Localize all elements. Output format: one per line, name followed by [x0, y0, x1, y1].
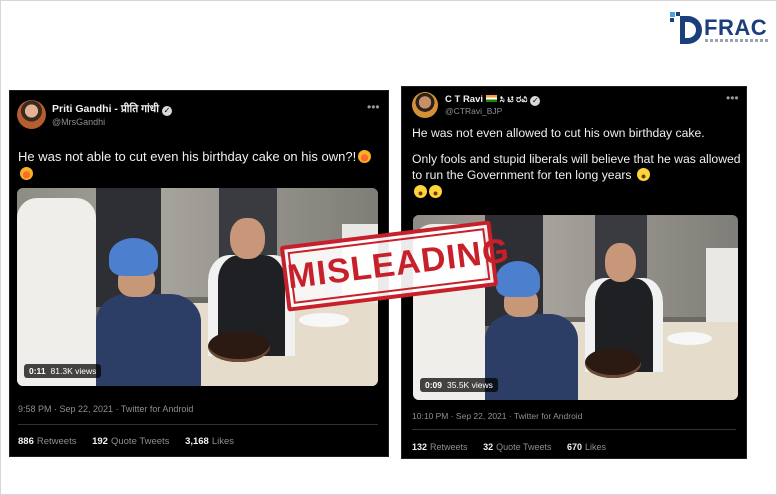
video-duration: 0:11: [29, 366, 46, 376]
tweet-text-line2: Only fools and stupid liberals will beli…: [412, 151, 742, 201]
tweet-text: He was not able to cut even his birthday…: [18, 148, 378, 182]
dfrac-logo: FRAC: [668, 10, 772, 50]
tweet-timestamp[interactable]: 10:10 PM · Sep 22, 2021 · Twitter for An…: [412, 411, 582, 421]
logo-text: FRAC: [704, 15, 768, 40]
tweet-stats: 886 Retweets 192 Quote Tweets 3,168 Likes: [18, 436, 247, 447]
tweet-stats: 132 Retweets 32 Quote Tweets 670 Likes: [412, 442, 619, 452]
quote-tweets-stat[interactable]: 32 Quote Tweets: [483, 442, 551, 452]
tweet-text-body: He was not able to cut even his birthday…: [18, 149, 357, 164]
retweets-stat[interactable]: 886 Retweets: [18, 436, 76, 447]
retweets-stat[interactable]: 132 Retweets: [412, 442, 468, 452]
angry-face-icon: [20, 167, 33, 180]
tweet-text: He was not even allowed to cut his own b…: [412, 125, 742, 200]
tweet-timestamp[interactable]: 9:58 PM · Sep 22, 2021 · Twitter for And…: [18, 404, 193, 414]
more-options-icon[interactable]: •••: [367, 100, 380, 114]
verified-icon: ✓: [161, 106, 172, 116]
author-name-text: Priti Gandhi - प्रीति गांधी: [52, 103, 159, 115]
video-duration: 0:09: [425, 380, 443, 390]
cake: [208, 330, 270, 363]
author-handle[interactable]: @CTRavi_BJP: [445, 106, 502, 116]
video-stats-overlay: 0:09 35.5K views: [420, 378, 498, 392]
india-flag-icon: [486, 95, 498, 102]
video-stats-overlay: 0:11 81.3K views: [24, 364, 102, 378]
author-name-native: ಸಿ ಟಿ ರವಿ: [499, 94, 528, 105]
author-name-text: C T Ravi: [445, 94, 484, 105]
avatar[interactable]: [17, 100, 46, 129]
author-handle[interactable]: @MrsGandhi: [52, 117, 105, 127]
video-views: 81.3K views: [50, 366, 97, 376]
more-options-icon[interactable]: •••: [726, 91, 739, 105]
laughing-face-icon: [414, 184, 427, 198]
author-name[interactable]: Priti Gandhi - प्रीति गांधी ✓: [52, 102, 172, 116]
verified-icon: ✓: [530, 96, 541, 106]
cake: [585, 348, 641, 378]
dfrac-d-icon: [670, 12, 702, 44]
avatar[interactable]: [412, 92, 438, 118]
angry-face-icon: [358, 150, 372, 163]
laughing-face-icon: [429, 184, 442, 198]
divider: [412, 429, 736, 430]
divider: [18, 424, 378, 425]
likes-stat[interactable]: 670 Likes: [567, 442, 606, 452]
tweet-text-line1: He was not even allowed to cut his own b…: [412, 126, 705, 140]
laughing-face-icon: [636, 168, 650, 181]
logo-tagline: [705, 39, 769, 42]
author-name[interactable]: C T Ravi ಸಿ ಟಿ ರವಿ ✓: [445, 94, 541, 106]
video-views: 35.5K views: [447, 380, 493, 390]
tweet-text-body: Only fools and stupid liberals will beli…: [412, 151, 741, 183]
quote-tweets-stat[interactable]: 192 Quote Tweets: [92, 436, 169, 447]
likes-stat[interactable]: 3,168 Likes: [185, 436, 234, 447]
